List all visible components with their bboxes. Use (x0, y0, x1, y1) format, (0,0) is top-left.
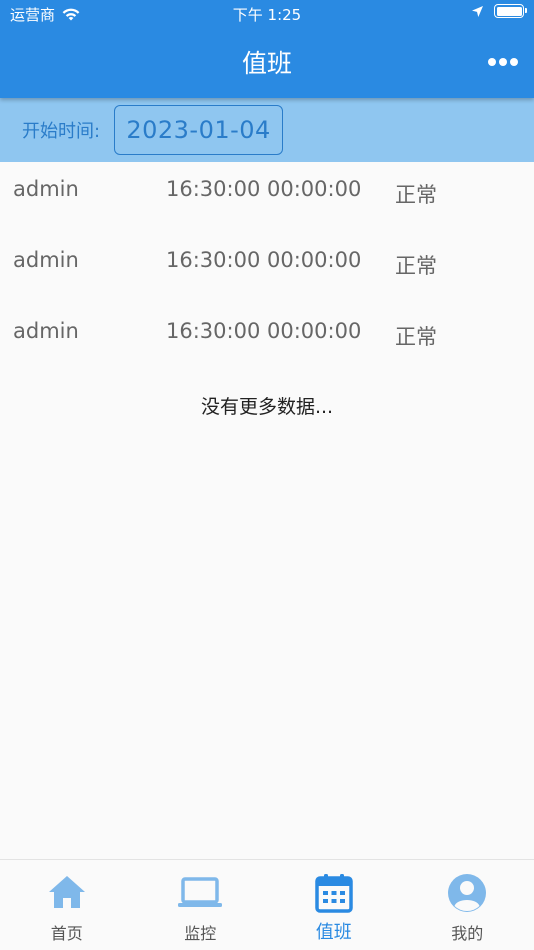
duty-list: admin 16:30:00 00:00:00 正常 admin 16:30:0… (0, 162, 534, 375)
start-time-label: 开始时间: (22, 121, 101, 142)
tab-home-label: 首页 (50, 924, 83, 943)
bottom-tab-bar: 首页 监控 值班 我的 (0, 859, 534, 950)
user-icon (448, 874, 487, 912)
tab-profile[interactable]: 我的 (401, 860, 534, 950)
page-title: 值班 (241, 49, 292, 78)
more-dot (499, 58, 507, 66)
tab-profile-label: 我的 (451, 924, 484, 943)
app-header: 运营商 下午 1:25 值班 (0, 0, 534, 98)
date-filter-bar: 开始时间: 2023-01-04 (0, 98, 534, 162)
date-picker-button[interactable]: 2023-01-04 (114, 105, 284, 155)
duty-time: 16:30:00 00:00:00 (166, 248, 362, 272)
battery-icon (494, 4, 527, 18)
tab-home[interactable]: 首页 (0, 860, 134, 950)
home-icon (48, 876, 85, 908)
duty-user: admin (13, 319, 79, 343)
duty-time: 16:30:00 00:00:00 (166, 319, 362, 343)
more-options-button[interactable] (488, 50, 518, 74)
more-dot (510, 58, 518, 66)
duty-status: 正常 (395, 183, 437, 207)
calendar-icon (315, 874, 353, 913)
no-more-data-text: 没有更多数据... (200, 396, 334, 418)
status-time: 下午 1:25 (232, 6, 302, 24)
location-arrow-icon (472, 5, 483, 17)
duty-status: 正常 (395, 254, 437, 278)
more-dot (488, 58, 496, 66)
list-item[interactable]: admin 16:30:00 00:00:00 正常 (0, 304, 534, 375)
tab-monitor[interactable]: 监控 (134, 860, 268, 950)
duty-user: admin (13, 177, 79, 201)
laptop-icon (178, 877, 223, 907)
list-item[interactable]: admin 16:30:00 00:00:00 正常 (0, 162, 534, 233)
list-item[interactable]: admin 16:30:00 00:00:00 正常 (0, 233, 534, 304)
tab-duty[interactable]: 值班 (267, 860, 401, 950)
tab-duty-label: 值班 (315, 922, 352, 943)
status-bar: 运营商 下午 1:25 (0, 0, 534, 28)
tab-monitor-label: 监控 (184, 924, 217, 943)
status-right-group (471, 4, 527, 18)
duty-user: admin (13, 248, 79, 272)
duty-status: 正常 (395, 325, 437, 349)
duty-time: 16:30:00 00:00:00 (166, 177, 362, 201)
